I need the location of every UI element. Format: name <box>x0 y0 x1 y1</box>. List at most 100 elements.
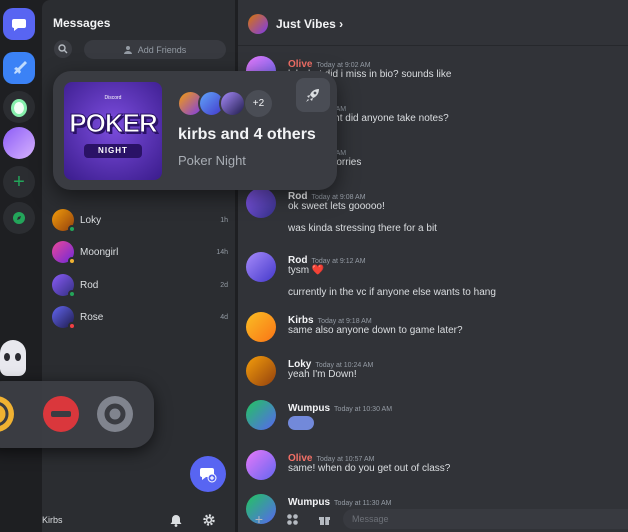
ghost-eye <box>4 353 10 361</box>
message-timestamp: Today at 10:24 AM <box>315 362 374 369</box>
bell-icon <box>170 515 182 527</box>
dm-item-time: 1h <box>220 216 228 224</box>
ring-icon <box>104 403 126 425</box>
avatar[interactable] <box>246 188 276 218</box>
add-friends-button[interactable]: Add Friends <box>84 40 226 59</box>
user-bar: Kirbs <box>42 508 235 532</box>
dm-item-name: Rose <box>80 311 104 323</box>
ghost-eye <box>15 353 21 361</box>
new-message-button[interactable] <box>190 456 226 492</box>
apps-icon <box>286 513 298 525</box>
poker-night-art: Discord POKER NIGHT <box>64 82 162 180</box>
join-activity-button[interactable] <box>296 78 330 112</box>
avatar <box>52 209 76 233</box>
message-timestamp: Today at 10:57 AM <box>316 456 375 463</box>
minus-icon <box>51 411 71 417</box>
message-timestamp: Today at 9:08 AM <box>311 194 366 201</box>
message-item[interactable]: Olive Today at 10:57 AM same! when do you … <box>246 448 622 488</box>
discord-brand: Discord <box>104 95 122 101</box>
discover-button[interactable] <box>3 202 35 234</box>
group-avatar <box>248 14 268 34</box>
message-text: currently in the vc if anyone else wants… <box>288 287 496 298</box>
server-avatar[interactable] <box>3 127 35 159</box>
message-composer: + Message <box>238 506 628 532</box>
status-online <box>68 225 76 233</box>
avatar[interactable] <box>246 400 276 430</box>
add-friends-label: Add Friends <box>137 44 187 55</box>
direct-messages-button[interactable] <box>3 8 35 40</box>
add-server-button[interactable]: + <box>3 166 35 198</box>
message-text: yeah I'm Down! <box>288 369 357 380</box>
dm-item-rose[interactable]: Rose 4d <box>52 304 228 330</box>
more-participants-count: +2 <box>245 90 272 117</box>
settings-button[interactable] <box>202 513 216 532</box>
dm-item-name: Moongirl <box>80 246 119 258</box>
chevron-right-icon: › <box>339 17 344 31</box>
status-button[interactable] <box>97 396 133 432</box>
gear-icon <box>203 514 215 526</box>
gift-icon <box>318 516 330 525</box>
rocket-icon <box>306 89 319 102</box>
plus-icon: + <box>254 511 264 527</box>
message-text: was kinda stressing there for a bit <box>288 223 437 234</box>
message-author[interactable]: Wumpus <box>288 403 330 414</box>
ghost-mascot <box>0 340 26 376</box>
message-item[interactable]: Wumpus Today at 10:30 AM <box>246 398 622 438</box>
message-timestamp: Today at 9:12 AM <box>311 258 366 265</box>
avatar[interactable] <box>246 450 276 480</box>
invite-title: kirbs and 4 others <box>178 126 316 143</box>
message-input[interactable]: Message <box>343 509 628 529</box>
dm-item-time: 4d <box>220 313 228 321</box>
dm-item-moongirl[interactable]: Moongirl 14h <box>52 239 228 265</box>
message-item[interactable]: Rod Today at 9:08 AM ok sweet lets gooooo!… <box>246 186 622 234</box>
avatar <box>52 274 76 298</box>
compass-icon <box>13 212 25 224</box>
egg-icon <box>11 99 27 117</box>
poker-logo-text: POKER <box>69 108 158 139</box>
avatar[interactable] <box>246 356 276 386</box>
avatar <box>52 306 76 330</box>
avatar <box>219 90 246 117</box>
message-timestamp: Today at 9:18 AM <box>317 318 372 325</box>
avatar[interactable] <box>246 312 276 342</box>
new-message-icon <box>200 468 217 483</box>
apps-button[interactable] <box>284 511 300 527</box>
invite-subtitle: Poker Night <box>178 153 246 168</box>
emoji-icon <box>0 402 9 426</box>
avatar <box>52 241 76 265</box>
discord-app: + Messages Add Friends Loky 1h Moongirl … <box>0 0 628 532</box>
dm-item-time: 14h <box>216 248 228 256</box>
status-idle <box>68 257 76 265</box>
search-icon <box>58 44 68 54</box>
message-item[interactable]: Rod Today at 9:12 AM tysm ❤️ currently in t… <box>246 250 622 298</box>
user-name: Kirbs <box>42 515 63 525</box>
server-sword[interactable] <box>3 52 35 84</box>
message-item[interactable]: Loky Today at 10:24 AM yeah I'm Down! <box>246 354 622 394</box>
message-text: same! when do you get out of class? <box>288 463 451 474</box>
server-rail: + <box>0 0 38 532</box>
dm-panel-title: Messages <box>53 16 111 30</box>
attach-button[interactable]: + <box>251 511 267 527</box>
gift-button[interactable] <box>316 511 332 527</box>
avatar[interactable] <box>246 252 276 282</box>
dm-item-name: Rod <box>80 279 99 291</box>
messages-icon <box>12 19 26 31</box>
chat-title: Just Vibes › <box>276 17 343 31</box>
dm-item-time: 2d <box>220 281 228 289</box>
emoji-button[interactable] <box>0 396 14 432</box>
end-call-button[interactable] <box>43 396 79 432</box>
chat-title-text: Just Vibes <box>276 17 336 31</box>
dm-item-rod[interactable]: Rod 2d <box>52 272 228 298</box>
server-egg[interactable] <box>3 91 35 123</box>
search-button[interactable] <box>54 40 72 58</box>
notifications-button[interactable] <box>170 514 182 532</box>
activity-invite-card[interactable]: Discord POKER NIGHT +2 kirbs and 4 other… <box>53 71 337 190</box>
message-text: same also anyone down to game later? <box>288 325 463 336</box>
dm-item-name: Loky <box>80 214 102 226</box>
dm-item-loky[interactable]: Loky 1h <box>52 207 228 233</box>
chat-header[interactable]: Just Vibes › <box>238 0 628 46</box>
message-timestamp: Today at 9:02 AM <box>316 62 371 69</box>
message-item[interactable]: Kirbs Today at 9:18 AM same also anyone do… <box>246 310 622 350</box>
message-timestamp: Today at 10:30 AM <box>334 406 393 413</box>
status-online <box>68 290 76 298</box>
